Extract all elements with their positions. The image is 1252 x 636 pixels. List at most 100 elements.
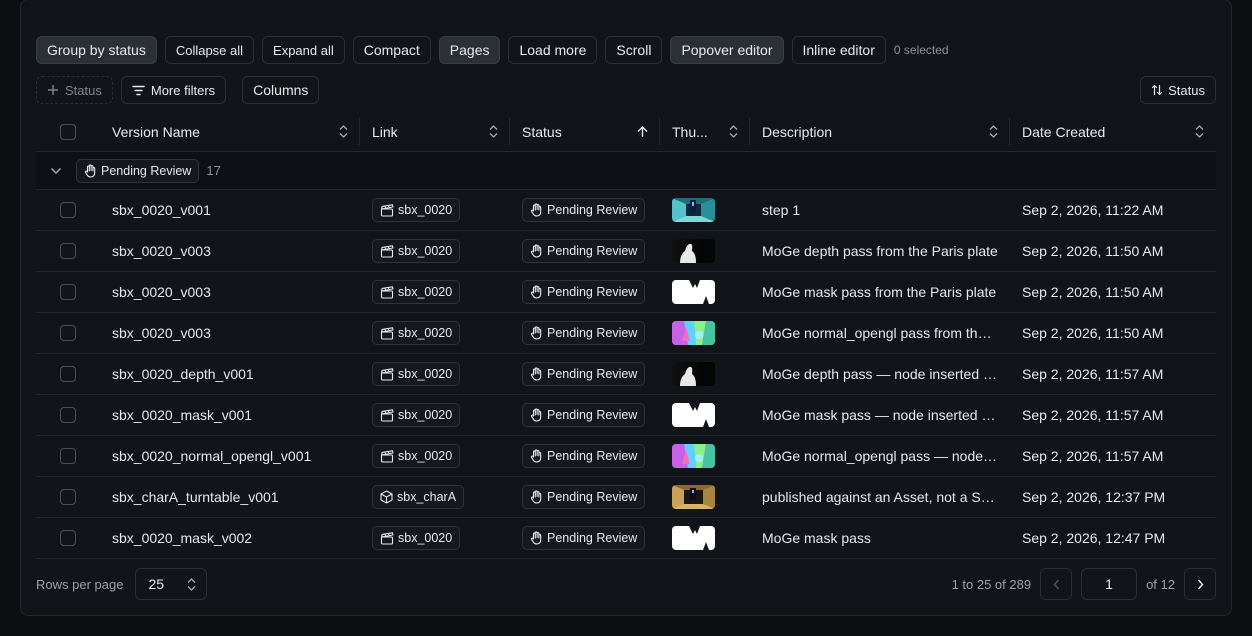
hand-icon [530, 203, 543, 217]
thumbnail-cell [660, 395, 750, 435]
more-filters-button[interactable]: More filters [120, 76, 227, 104]
sort-updown-icon[interactable] [729, 125, 738, 138]
next-page-button[interactable] [1184, 568, 1216, 600]
load-more-button[interactable]: Load more [508, 36, 598, 64]
clapperboard-icon [380, 531, 394, 545]
chevron-down-icon[interactable] [36, 167, 76, 175]
version-name-cell: sbx_charA_turntable_v001 [100, 477, 360, 517]
link-label: sbx_charA [397, 490, 457, 504]
table-row[interactable]: sbx_0020_v001 sbx_0020 Pending Review st… [36, 190, 1216, 231]
thumbnail-image[interactable] [672, 403, 715, 427]
status-badge[interactable]: Pending Review [522, 362, 646, 386]
link-label: sbx_0020 [398, 244, 453, 258]
group-by-status-button[interactable]: Group by status [36, 36, 157, 64]
thumbnail-image[interactable] [672, 280, 715, 304]
link-badge[interactable]: sbx_0020 [372, 362, 461, 386]
scroll-button[interactable]: Scroll [605, 36, 663, 64]
thumbnail-image[interactable] [672, 485, 715, 509]
sort-status-button[interactable]: Status [1140, 76, 1216, 104]
table-row[interactable]: sbx_0020_mask_v001 sbx_0020 Pending Revi… [36, 395, 1216, 436]
row-checkbox[interactable] [60, 284, 76, 300]
row-checkbox[interactable] [60, 366, 76, 382]
status-filter-button[interactable]: Status [36, 76, 113, 104]
thumbnail-image[interactable] [672, 198, 715, 222]
header-status[interactable]: Status [510, 112, 660, 151]
row-select-cell [36, 313, 100, 353]
link-badge[interactable]: sbx_0020 [372, 403, 461, 427]
pager: 1 to 25 of 289 of 12 [952, 568, 1216, 600]
description-text: MoGe mask pass — node inserted into grap… [762, 407, 998, 423]
row-checkbox[interactable] [60, 407, 76, 423]
hand-icon [530, 408, 543, 422]
status-badge[interactable]: Pending Review [522, 526, 646, 550]
table-row[interactable]: sbx_0020_normal_opengl_v001 sbx_0020 Pen… [36, 436, 1216, 477]
rows-per-page-select[interactable]: 25 [135, 568, 208, 600]
sort-updown-icon[interactable] [339, 125, 348, 138]
table-row[interactable]: sbx_0020_v003 sbx_0020 Pending Review Mo… [36, 231, 1216, 272]
row-checkbox[interactable] [60, 448, 76, 464]
row-checkbox[interactable] [60, 530, 76, 546]
table-row[interactable]: sbx_0020_v003 sbx_0020 Pending Review Mo… [36, 272, 1216, 313]
row-checkbox[interactable] [60, 489, 76, 505]
previous-page-button[interactable] [1040, 568, 1073, 600]
total-pages-text: of 12 [1146, 576, 1175, 592]
link-badge[interactable]: sbx_0020 [372, 526, 461, 550]
description-cell: MoGe normal_opengl pass — node inserted … [750, 436, 1010, 476]
table-row[interactable]: sbx_0020_mask_v002 sbx_0020 Pending Revi… [36, 518, 1216, 559]
status-badge[interactable]: Pending Review [522, 485, 646, 509]
select-all-checkbox[interactable] [60, 123, 76, 140]
thumbnail-image[interactable] [672, 526, 715, 550]
header-link[interactable]: Link [360, 112, 510, 151]
table-body: sbx_0020_v001 sbx_0020 Pending Review st… [36, 190, 1216, 559]
thumbnail-cell [660, 436, 750, 476]
sort-updown-icon[interactable] [1195, 125, 1204, 138]
clapperboard-icon [380, 449, 394, 463]
status-badge[interactable]: Pending Review [522, 403, 646, 427]
row-select-cell [36, 190, 100, 230]
link-badge[interactable]: sbx_0020 [372, 321, 461, 345]
thumbnail-image[interactable] [672, 239, 715, 263]
inline-editor-button[interactable]: Inline editor [791, 36, 886, 64]
sort-updown-icon[interactable] [989, 125, 998, 138]
table-row[interactable]: sbx_0020_depth_v001 sbx_0020 Pending Rev… [36, 354, 1216, 395]
pages-button[interactable]: Pages [438, 36, 501, 64]
link-badge[interactable]: sbx_charA [372, 485, 465, 509]
collapse-all-button[interactable]: Collapse all [164, 36, 255, 64]
status-badge[interactable]: Pending Review [522, 280, 646, 304]
status-badge[interactable]: Pending Review [522, 198, 646, 222]
header-version-name[interactable]: Version Name [100, 112, 360, 151]
row-checkbox[interactable] [60, 202, 76, 218]
table-row[interactable]: sbx_0020_v003 sbx_0020 Pending Review Mo… [36, 313, 1216, 354]
link-badge[interactable]: sbx_0020 [372, 198, 461, 222]
thumbnail-image[interactable] [672, 362, 715, 386]
link-cell: sbx_charA [360, 477, 510, 517]
header-description[interactable]: Description [750, 112, 1010, 151]
clapperboard-icon [380, 285, 394, 299]
row-checkbox[interactable] [60, 325, 76, 341]
status-badge[interactable]: Pending Review [522, 444, 646, 468]
status-badge[interactable]: Pending Review [522, 239, 646, 263]
link-badge[interactable]: sbx_0020 [372, 239, 461, 263]
version-name-cell: sbx_0020_mask_v001 [100, 395, 360, 435]
sort-ascending-icon[interactable] [637, 125, 648, 138]
header-thumbnail[interactable]: Thu... [660, 112, 750, 151]
compact-button[interactable]: Compact [352, 36, 431, 64]
date-created-cell: Sep 2, 2026, 11:57 AM [1010, 436, 1216, 476]
description-text: MoGe normal_opengl pass — node inserted … [762, 448, 998, 464]
table-row[interactable]: sbx_charA_turntable_v001 sbx_charA Pendi… [36, 477, 1216, 518]
row-checkbox[interactable] [60, 243, 76, 259]
columns-button[interactable]: Columns [242, 76, 320, 104]
status-badge[interactable]: Pending Review [522, 321, 646, 345]
link-badge[interactable]: sbx_0020 [372, 444, 461, 468]
page-number-input[interactable] [1081, 568, 1138, 600]
thumbnail-image[interactable] [672, 321, 715, 345]
link-badge[interactable]: sbx_0020 [372, 280, 461, 304]
expand-all-button[interactable]: Expand all [262, 36, 345, 64]
sort-updown-icon[interactable] [489, 125, 498, 138]
date-created-cell: Sep 2, 2026, 11:22 AM [1010, 190, 1216, 230]
popover-editor-button[interactable]: Popover editor [670, 36, 784, 64]
thumbnail-image[interactable] [672, 444, 715, 468]
versions-table: Version Name Link Status Thu... Descript… [36, 112, 1216, 559]
header-date-created[interactable]: Date Created [1010, 112, 1216, 151]
version-name: sbx_0020_depth_v001 [112, 366, 254, 382]
